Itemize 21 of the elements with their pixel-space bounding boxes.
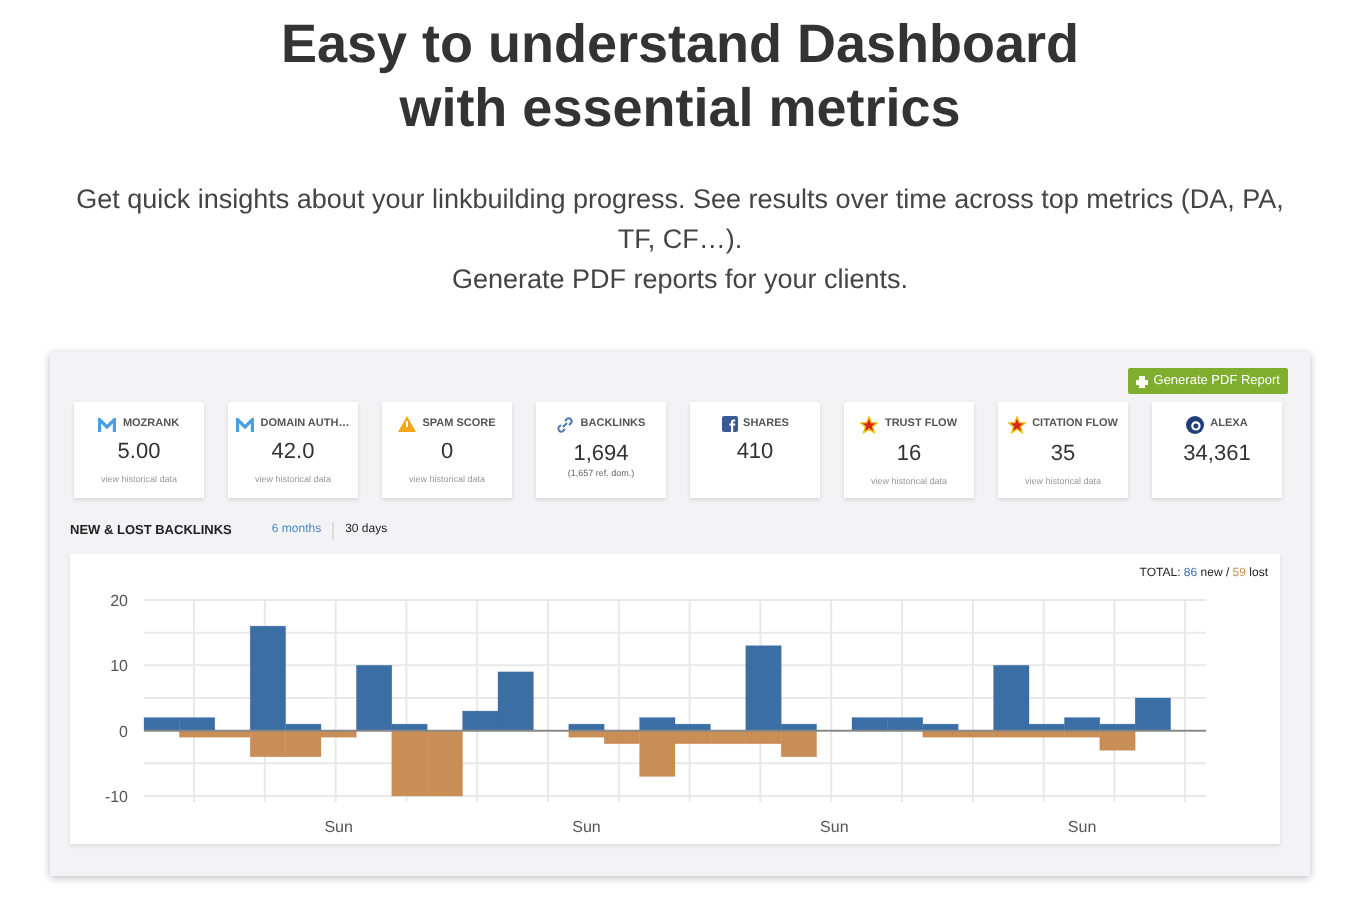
metric-value: 0 [440, 440, 454, 467]
metric-value: 410 [736, 440, 774, 467]
description-text: TF, CF…). [617, 222, 743, 258]
axis-label: 10 [110, 656, 128, 675]
metric-value: 35 [1050, 442, 1076, 468]
axis-label: Sun [820, 817, 849, 836]
metric-value: 42.0 [271, 440, 315, 467]
page-heading: with essential metrics [399, 76, 961, 140]
description-text: Generate PDF reports for your clients. [451, 262, 909, 298]
metric-value: 34,361 [1183, 442, 1251, 468]
axis-label: Sun [324, 817, 353, 836]
axis-label: -10 [104, 787, 128, 806]
metric-value: 5.00 [117, 440, 161, 467]
page-heading: Easy to understand Dashboard [280, 12, 1080, 76]
metric-value: 16 [896, 442, 922, 468]
description-text: Get quick insights about your linkbuilding progress. See results over time across top metrics (DA, PA, [76, 182, 1284, 218]
axis-label: 0 [119, 722, 128, 741]
axis-label: Sun [1067, 817, 1097, 836]
axis-label: 20 [110, 591, 128, 610]
axis-label: Sun [572, 817, 601, 836]
metric-value: 1,694 [573, 442, 629, 468]
